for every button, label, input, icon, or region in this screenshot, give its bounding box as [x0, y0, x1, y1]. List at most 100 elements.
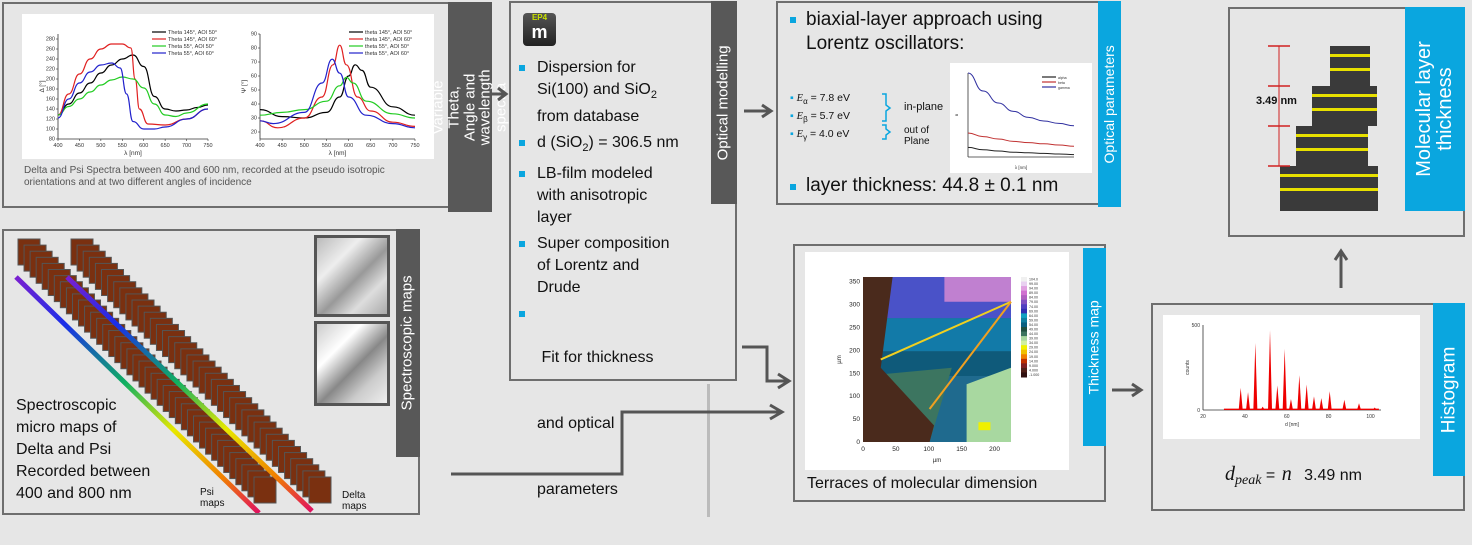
- x-tick-label: 750: [410, 143, 419, 149]
- y-tick-label: 250: [849, 324, 860, 331]
- legend-entry: beta: [1058, 81, 1065, 85]
- maps-description: Spectroscopic micro maps of Delta and Ps…: [16, 397, 151, 502]
- layer-thickness: layer thickness: 44.8 ± 0.1 nm: [786, 175, 1058, 197]
- colorbar-segment: [1021, 340, 1027, 346]
- colorbar-label: 104.0: [1029, 278, 1038, 282]
- colorbar-segment: [1021, 308, 1027, 314]
- x-tick-label: 600: [139, 143, 148, 149]
- modelling-panel: EP4 m Dispersion for Si(100) and SiO2 fr…: [509, 1, 737, 498]
- legend-entry: theta 145°, AOI 60°: [365, 37, 412, 43]
- colorbar-segment: [1021, 295, 1027, 301]
- histogram-peak: [1246, 392, 1251, 410]
- x-tick-label: 400: [53, 143, 62, 149]
- energy-alpha: ▪ Eα = 7.8 eV: [790, 92, 851, 107]
- heatmap-region: [978, 422, 991, 431]
- thickness-heatmap-wrap: 0 50 100 150 200 0 50 100 150 200 250 300 350 µm µm 104…: [805, 252, 1069, 470]
- histogram-peak: [1342, 399, 1347, 410]
- arrow-thickness-to-histogram: [1112, 382, 1144, 398]
- colorbar-label: 59.00: [1029, 318, 1038, 322]
- colorbar-segment: [1021, 313, 1027, 319]
- y-tick-label: 150: [849, 370, 860, 377]
- x-tick-label: 150: [956, 446, 967, 453]
- colorbar-segment: [1021, 277, 1027, 283]
- x-tick-label: 650: [161, 143, 170, 149]
- x-axis-label: µm: [933, 458, 941, 464]
- delta-maps-label: Delta maps: [342, 490, 367, 512]
- histogram-peak: [1357, 403, 1362, 410]
- thickness-section-label: Thickness map: [1083, 248, 1106, 446]
- bullet-fit: Fit for thickness and optical parameters: [515, 303, 715, 545]
- y-axis-label: Ψ [°]: [240, 80, 248, 94]
- colorbar-segment: [1021, 304, 1027, 310]
- y-tick-label: 100: [849, 393, 860, 400]
- molecular-layer: [1312, 86, 1377, 126]
- histogram-peak: [1260, 406, 1265, 410]
- spectra-section-label: Variable Theta, Angle and wavelength spe…: [430, 2, 510, 212]
- x-tick-label: 600: [344, 143, 353, 149]
- legend-entry: theta 145°, AOI 50°: [365, 30, 412, 36]
- colorbar-label: 94.00: [1029, 287, 1038, 291]
- x-tick-label: 650: [366, 143, 375, 149]
- ep4-logo: EP4 m: [523, 13, 556, 46]
- x-tick-label: 700: [388, 143, 397, 149]
- arrow-histogram-to-molecular: [1333, 248, 1349, 288]
- colorbar-label: 89.00: [1029, 291, 1038, 295]
- histogram-peak: [1319, 398, 1324, 410]
- y-tick-label: 80: [251, 46, 257, 52]
- y-tick-label: 50: [251, 88, 257, 94]
- series-line: [259, 64, 416, 119]
- colorbar-label: 84.00: [1029, 296, 1038, 300]
- delta-psi-charts: 400 450 500 550 600 650 700 750 80 100 120 140 160 18…: [22, 14, 434, 159]
- series-line: [57, 62, 209, 130]
- x-axis-label: λ [nm]: [329, 150, 347, 157]
- histogram-peak: [1275, 385, 1280, 410]
- y-tick-label: 120: [46, 117, 55, 123]
- y-tick-label: 220: [46, 67, 55, 73]
- optical-params-panel: biaxial-layer approach using Lorentz osc…: [776, 1, 1121, 207]
- x-tick-label: 500: [96, 143, 105, 149]
- psi-chart: 400 450 500 550 600 650 700 750 20 30 40 50 60 70 80 90…: [240, 30, 420, 157]
- bullet-lb-film: LB-film modeled with anisotropic layer: [515, 163, 715, 229]
- legend-entry: gamma: [1058, 86, 1070, 90]
- y-tick-label: 60: [251, 74, 257, 80]
- colorbar-segment: [1021, 286, 1027, 292]
- x-tick-label: 0: [861, 446, 865, 453]
- legend-entry: alpha: [1058, 76, 1067, 80]
- y-axis-label: n: [954, 113, 959, 116]
- histogram-peak: [1297, 375, 1302, 410]
- histogram-peak: [1253, 342, 1258, 410]
- colorbar-segment: [1021, 331, 1027, 337]
- y-tick-label: 280: [46, 37, 55, 43]
- y-tick-label: 30: [251, 116, 257, 122]
- colorbar-segment: [1021, 345, 1027, 351]
- refractive-index-chart-wrap: λ [nm] n alpha beta gamma: [950, 63, 1092, 173]
- series-line: [967, 146, 1075, 156]
- y-tick-label: 260: [46, 47, 55, 53]
- maps-section-label: Spectroscopic maps: [396, 229, 420, 457]
- colorbar-label: 39.00: [1029, 337, 1038, 341]
- y-tick-label: 300: [849, 302, 860, 309]
- colorbar-segment: [1021, 354, 1027, 360]
- histogram-chart-wrap: 20 40 60 80 100 0 500 d [nm] counts: [1163, 315, 1420, 439]
- colorbar-label: 29.00: [1029, 346, 1038, 350]
- refractive-index-chart: λ [nm] n alphabetagamma: [954, 72, 1075, 170]
- spectra-caption: Delta and Psi Spectra between 400 and 60…: [24, 165, 385, 188]
- series-line: [259, 58, 416, 129]
- energy-list: ▪ Eα = 7.8 eV ▪ Eβ = 5.7 eV ▪ Eγ = 4.0 e…: [790, 91, 850, 145]
- legend-entry: Theta 145°, AOI 60°: [168, 37, 217, 43]
- x-tick-label: 400: [255, 143, 264, 149]
- x-tick-label: 550: [118, 143, 127, 149]
- molecular-headgroup-row: [1296, 134, 1368, 137]
- optical-section-label: Optical parameters: [1098, 1, 1121, 207]
- molecular-layer: [1330, 46, 1370, 86]
- colorbar-label: 14.00: [1029, 359, 1038, 363]
- energy-gamma: ▪ Eγ = 4.0 eV: [790, 128, 850, 143]
- colorbar-label: 79.00: [1029, 300, 1038, 304]
- x-tick-label: 550: [322, 143, 331, 149]
- y-axis-label: counts: [1185, 360, 1191, 375]
- x-tick-label: 100: [923, 446, 934, 453]
- modelling-bullets: Dispersion for Si(100) and SiO2 from dat…: [515, 57, 715, 545]
- colorbar-segment: [1021, 367, 1027, 373]
- colorbar-segment: [1021, 327, 1027, 333]
- y-tick-label: 240: [46, 57, 55, 63]
